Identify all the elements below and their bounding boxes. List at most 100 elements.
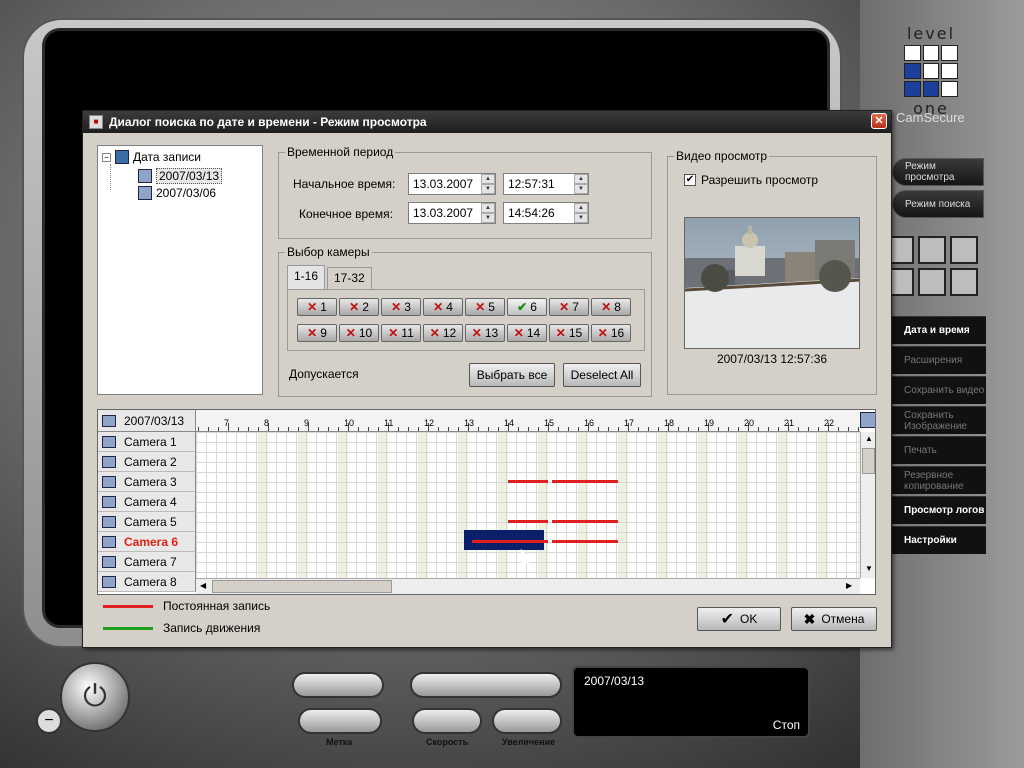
speed-control[interactable] [412,708,482,734]
enable-preview-checkbox[interactable]: ✔ [684,174,696,186]
grid-vline [626,432,627,578]
camera-toggle-button[interactable]: ✕ 1 [297,298,337,316]
tree-root[interactable]: − Дата записи [102,150,201,164]
side-menu-item[interactable]: Печать [890,436,986,464]
timeline-camera-row[interactable]: Camera 4 [98,492,196,512]
timeline-camera-row[interactable]: Camera 7 [98,552,196,572]
camera-toggle-button[interactable]: ✕ 16 [591,324,631,342]
continuous-legend-label: Постоянная запись [163,599,271,613]
recording-segment[interactable] [508,480,548,483]
hour-label: 10 [344,418,355,428]
side-menu-item[interactable]: Расширения [890,346,986,374]
layout-16-icon[interactable] [918,268,946,296]
grid-hline [196,572,860,573]
grid-vline [716,432,717,578]
side-menu-item[interactable]: Настройки [890,526,986,554]
camera-toggle-button[interactable]: ✕ 2 [339,298,379,316]
marker-control[interactable] [298,708,382,734]
camera-tab[interactable]: 17-32 [327,267,372,289]
side-menu-item[interactable]: Просмотр логов [890,496,986,524]
fullscreen-icon[interactable] [950,236,978,264]
status-state: Стоп [772,718,800,732]
start-time-input[interactable]: 12:57:31 ▲ ▼ [503,173,589,195]
logo-grid-icon [904,45,958,97]
recording-segment[interactable] [552,540,618,543]
camera-toggle-button[interactable]: ✕ 12 [423,324,463,342]
dialog-title: Диалог поиска по дате и времени - Режим … [109,115,427,129]
tree-date-item[interactable]: 2007/03/13 [138,168,223,184]
x-icon: ✕ [475,300,486,314]
camera-toggle-button[interactable]: ✔ 6 [507,298,547,316]
camera-toggle-button[interactable]: ✕ 7 [549,298,589,316]
ruler-tick [658,427,659,431]
search-mode-button[interactable]: Режим поиска [892,190,984,218]
camera-toggle-button[interactable]: ✕ 13 [465,324,505,342]
timeline-camera-row[interactable]: Camera 6 [98,532,196,552]
side-menu-item[interactable]: Резервное копирование [890,466,986,494]
ruler-tick [218,427,219,431]
camera-toggle-button[interactable]: ✕ 3 [381,298,421,316]
grid-hline [196,512,860,513]
layout-pip-icon[interactable] [950,268,978,296]
grid-vline [226,432,227,578]
end-time-input[interactable]: 14:54:26 ▲ ▼ [503,202,589,224]
collapse-icon[interactable]: − [102,152,111,162]
camera-number: 8 [614,300,621,314]
recording-segment[interactable] [552,480,618,483]
minimize-button[interactable]: − [36,708,62,734]
calendar-icon[interactable] [860,412,875,428]
playback-controls[interactable] [292,672,384,698]
close-button[interactable]: ✕ [871,113,887,129]
tree-date-item[interactable]: 2007/03/06 [138,186,216,200]
grid-vline [666,432,667,578]
spin-up-icon: ▲ [481,203,495,213]
zoom-control[interactable] [492,708,562,734]
tree-line [110,164,111,190]
timeline-camera-row[interactable]: Camera 5 [98,512,196,532]
timeline-panel: 2007/03/13 7 8 9 10 11 12 13 14 15 16 17 18 19 20 21 22… [97,409,876,595]
end-date-input[interactable]: 13.03.2007 ▲ ▼ [408,202,496,224]
camera-toggle-button[interactable]: ✕ 10 [339,324,379,342]
x-icon: ✕ [345,326,356,340]
vertical-scroll-thumb[interactable] [862,448,875,474]
x-icon: ✕ [307,326,318,340]
horizontal-scroll-thumb[interactable] [212,580,392,593]
layout-4-icon[interactable] [918,236,946,264]
vertical-scrollbar[interactable]: ▲ ▼ [860,432,875,578]
camera-toggle-button[interactable]: ✕ 8 [591,298,631,316]
ruler-tick [238,427,239,431]
camera-tab[interactable]: 1-16 [287,265,326,289]
camera-toggle-button[interactable]: ✕ 4 [423,298,463,316]
camera-toggle-button[interactable]: ✕ 9 [297,324,337,342]
camera-toggle-button[interactable]: ✕ 15 [549,324,589,342]
timeline-camera-row[interactable]: Camera 3 [98,472,196,492]
cancel-button[interactable]: ✖ Отмена [791,607,877,631]
power-button[interactable]: ⏻ [60,662,130,732]
dialog-titlebar[interactable]: ■ Диалог поиска по дате и времени - Режи… [83,111,891,133]
timeline-camera-row[interactable]: Camera 2 [98,452,196,472]
view-mode-button[interactable]: Режим просмотра [892,158,984,186]
hour-label: 11 [384,418,394,428]
camera-toggle-button[interactable]: ✕ 14 [507,324,547,342]
grid-vline [856,432,857,578]
side-menu-item[interactable]: Сохранить Изображение [890,406,986,434]
ruler-tick [778,427,779,431]
timeline-camera-row[interactable]: Camera 8 [98,572,196,592]
deselect-all-button[interactable]: Deselect All [563,363,641,387]
camera-toggle-button[interactable]: ✕ 5 [465,298,505,316]
motion-legend-label: Запись движения [163,621,261,635]
start-date-input[interactable]: 13.03.2007 ▲ ▼ [408,173,496,195]
camera-toggle-button[interactable]: ✕ 11 [381,324,421,342]
side-menu-item[interactable]: Дата и время [890,316,986,344]
recording-segment[interactable] [552,520,618,523]
navigation-controls[interactable] [410,672,562,698]
brand-logo: level one [896,24,966,118]
horizontal-scrollbar[interactable]: ◀ ▶ [196,578,860,594]
side-menu-item[interactable]: Сохранить видео [890,376,986,404]
ok-button[interactable]: ✔ OK [697,607,781,631]
recording-segment[interactable] [472,540,548,543]
recording-segment[interactable] [508,520,548,523]
select-all-button[interactable]: Выбрать все [469,363,555,387]
timeline-camera-row[interactable]: Camera 1 [98,432,196,452]
camera-number: 11 [401,326,414,340]
